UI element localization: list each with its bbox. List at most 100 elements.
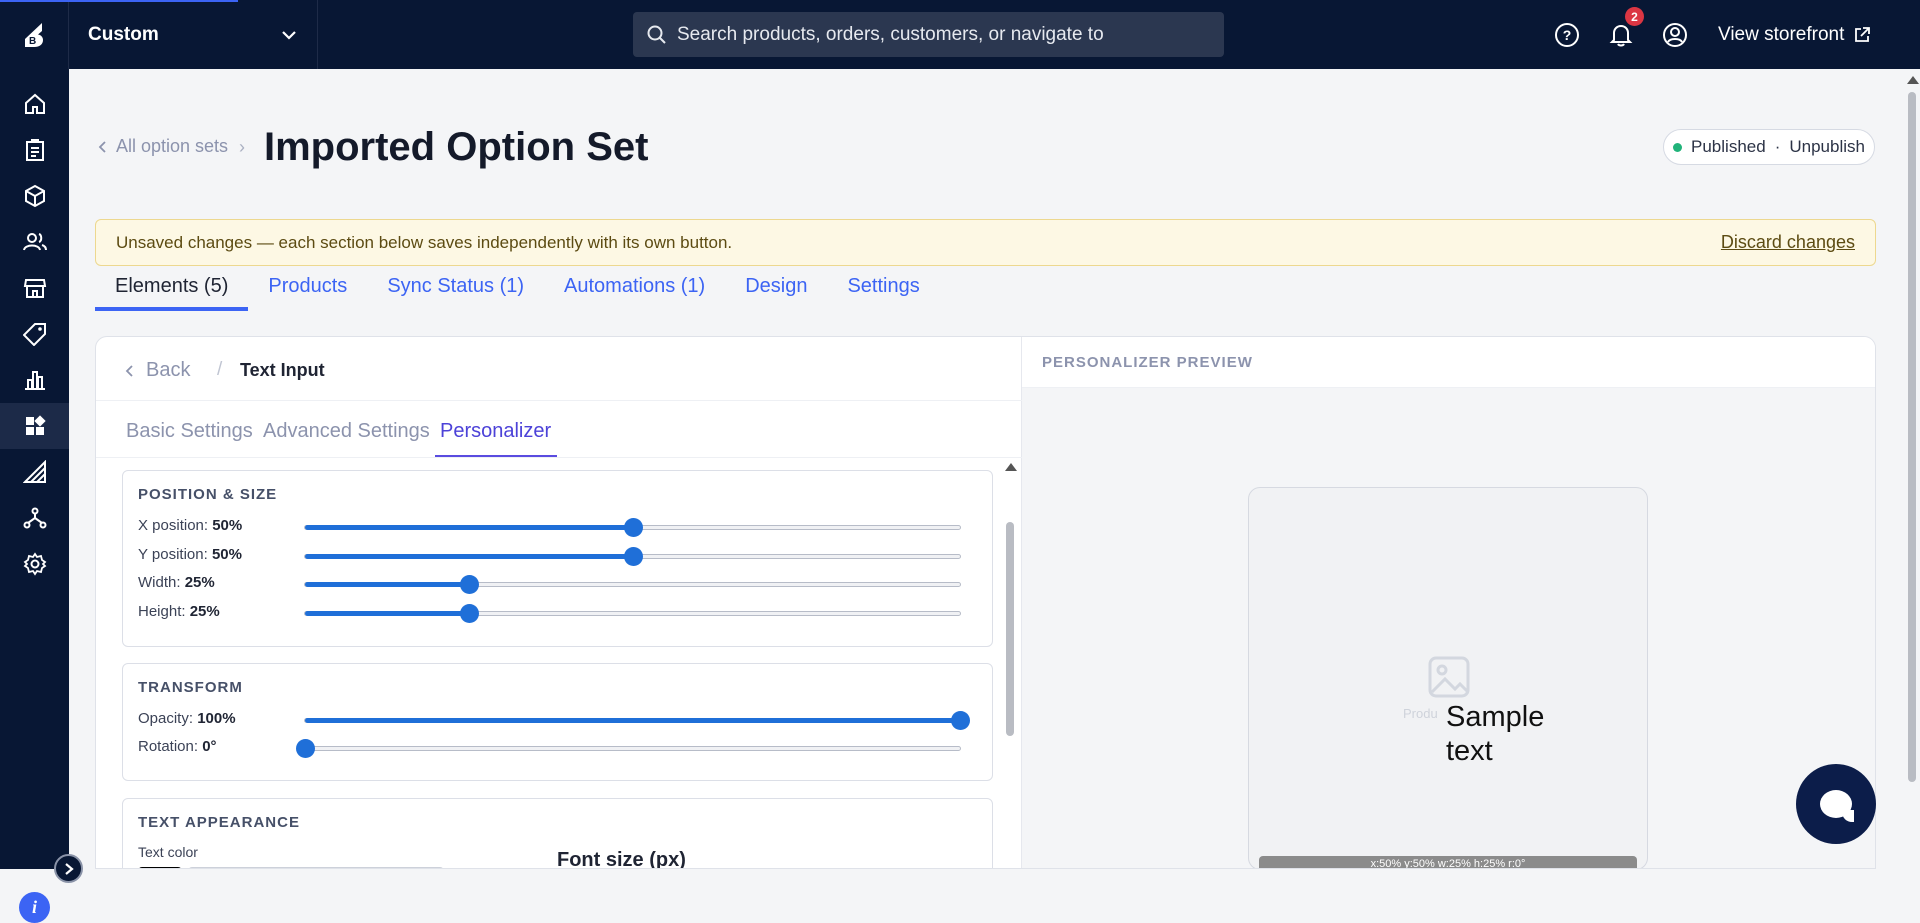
notifications-button[interactable]: 2 <box>1594 0 1648 69</box>
bigcommerce-logo[interactable]: B <box>0 0 69 69</box>
sidebar-item-integrations[interactable] <box>0 495 69 541</box>
subtab-basic-settings[interactable]: Basic Settings <box>126 420 253 443</box>
customers-icon <box>22 233 47 251</box>
status-dot <box>1673 142 1683 152</box>
rotation-slider[interactable] <box>296 739 961 758</box>
tab-design[interactable]: Design <box>725 274 827 311</box>
slider-fill <box>305 582 469 587</box>
tab-settings[interactable]: Settings <box>827 274 939 311</box>
chat-button[interactable] <box>1796 764 1876 844</box>
header-separator: / <box>217 359 223 380</box>
unpublish-link[interactable]: Unpublish <box>1789 137 1865 157</box>
sidebar: i <box>0 69 83 923</box>
slider-fill <box>305 554 633 559</box>
active-subtab-indicator <box>435 455 557 457</box>
page-scrollbar[interactable] <box>1904 69 1920 869</box>
slider-value: 50% <box>212 517 243 534</box>
height-row: Height: 25% <box>138 601 978 623</box>
text-appearance-section: TEXT APPEARANCE Text color Font size (px… <box>122 798 993 868</box>
tab-elements[interactable]: Elements (5) <box>95 274 249 311</box>
view-storefront-link[interactable]: View storefront <box>1718 0 1871 69</box>
preview-column: PERSONALIZER PREVIEW Produ Sample text x… <box>1022 337 1875 868</box>
breadcrumb-back[interactable]: All option sets <box>98 136 228 157</box>
subtab-personalizer[interactable]: Personalizer <box>440 420 551 443</box>
sidebar-item-apps[interactable] <box>0 403 69 449</box>
height-slider[interactable] <box>304 604 961 623</box>
slider-value: 25% <box>184 574 215 591</box>
main-tabs: Elements (5) Products Sync Status (1) Au… <box>95 274 940 311</box>
notification-badge: 2 <box>1625 7 1644 26</box>
slider-thumb[interactable] <box>623 547 643 566</box>
breadcrumb-separator: › <box>239 137 245 157</box>
x-position-slider[interactable] <box>304 518 961 537</box>
status-separator: · <box>1774 137 1781 156</box>
sidebar-item-channels[interactable] <box>0 449 69 495</box>
slider-value: 0° <box>202 738 217 755</box>
svg-text:B: B <box>29 36 36 47</box>
view-storefront-label: View storefront <box>1718 23 1845 45</box>
publish-status-pill[interactable]: Published · Unpublish <box>1663 129 1875 165</box>
opacity-row: Opacity: 100% <box>138 708 978 730</box>
slider-fill <box>305 611 469 616</box>
channel-icon <box>22 460 46 483</box>
scroll-up-arrow[interactable] <box>1907 76 1919 84</box>
sidebar-item-storefront[interactable] <box>0 265 69 311</box>
search-input[interactable]: Search products, orders, customers, or n… <box>633 12 1224 57</box>
text-color-label: Text color <box>138 844 198 860</box>
y-position-slider[interactable] <box>304 547 961 566</box>
slider-label: Width: <box>138 574 181 591</box>
slider-thumb[interactable] <box>459 575 479 594</box>
section-title: TRANSFORM <box>138 679 243 696</box>
slider-thumb[interactable] <box>296 739 315 758</box>
sidebar-item-marketing[interactable] <box>0 311 69 357</box>
rotation-row: Rotation: 0° <box>138 736 978 758</box>
loading-indicator <box>0 0 238 2</box>
help-icon: ? <box>1555 22 1579 47</box>
chevron-down-icon <box>282 30 296 40</box>
slider-thumb[interactable] <box>459 604 479 623</box>
sidebar-item-orders[interactable] <box>0 127 69 173</box>
chevron-left-icon <box>98 140 106 153</box>
preview-title: PERSONALIZER PREVIEW <box>1042 354 1253 371</box>
user-icon <box>1663 22 1687 47</box>
discard-changes-link[interactable]: Discard changes <box>1721 232 1855 253</box>
editor-header: Back / Text Input <box>96 337 1022 401</box>
transform-section: TRANSFORM Opacity: 100% Rotation: 0° <box>122 663 993 781</box>
svg-text:?: ? <box>1563 27 1572 43</box>
external-link-icon <box>1855 26 1871 42</box>
width-slider[interactable] <box>304 575 961 594</box>
tab-products[interactable]: Products <box>248 274 367 311</box>
slider-thumb[interactable] <box>623 518 643 537</box>
scroll-up-arrow[interactable] <box>1005 463 1017 471</box>
info-icon[interactable]: i <box>19 892 50 923</box>
store-name: Custom <box>88 23 159 45</box>
section-title: POSITION & SIZE <box>138 486 278 503</box>
preview-canvas[interactable]: Produ Sample text x:50% y:50% w:25% h:25… <box>1248 487 1648 868</box>
sidebar-item-settings[interactable] <box>0 541 69 587</box>
sidebar-item-home[interactable] <box>0 81 69 127</box>
banner-message: Unsaved changes — each section below sav… <box>116 232 733 252</box>
scrollbar-thumb[interactable] <box>1006 522 1014 736</box>
back-button[interactable]: Back <box>125 359 190 382</box>
sidebar-item-customers[interactable] <box>0 219 69 265</box>
settings-scrollbar[interactable] <box>1004 458 1017 868</box>
scrollbar-thumb[interactable] <box>1908 92 1916 782</box>
subtab-advanced-settings[interactable]: Advanced Settings <box>263 420 430 443</box>
tab-sync-status[interactable]: Sync Status (1) <box>367 274 544 311</box>
sample-text-layer[interactable]: Sample text <box>1446 700 1566 768</box>
tab-automations[interactable]: Automations (1) <box>544 274 725 311</box>
sidebar-item-analytics[interactable] <box>0 357 69 403</box>
editor-column: Back / Text Input Basic Settings Advance… <box>96 337 1022 868</box>
opacity-slider[interactable] <box>304 711 970 730</box>
slider-label: Height: <box>138 603 186 620</box>
sidebar-item-products[interactable] <box>0 173 69 219</box>
editor-subtabs: Basic Settings Advanced Settings Persona… <box>96 401 1022 458</box>
network-icon <box>23 507 46 529</box>
x-position-row: X position: 50% <box>138 515 978 537</box>
slider-thumb[interactable] <box>951 711 970 730</box>
placeholder-text: Produ <box>1403 706 1438 721</box>
help-button[interactable]: ? <box>1540 0 1594 69</box>
search-placeholder: Search products, orders, customers, or n… <box>677 23 1104 45</box>
store-selector[interactable]: Custom <box>69 0 318 69</box>
account-button[interactable] <box>1648 0 1702 69</box>
